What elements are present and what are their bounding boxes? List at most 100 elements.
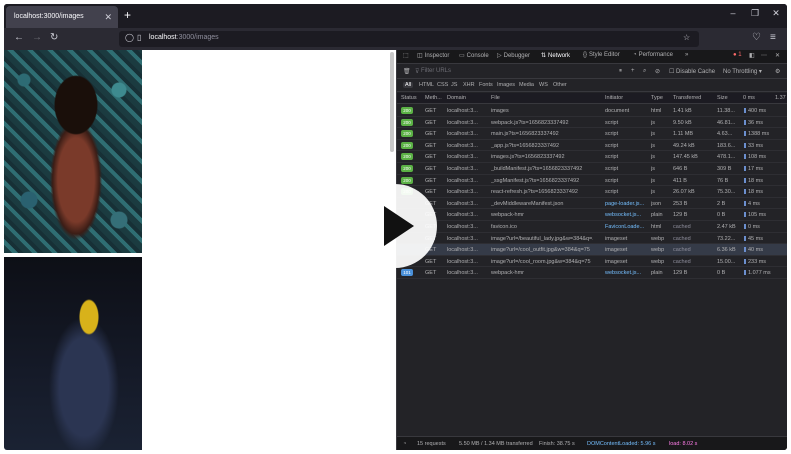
type-js[interactable]: JS [451, 82, 457, 88]
tab-console[interactable]: ▭ Console [459, 52, 489, 59]
request-row[interactable]: 200 GET localhost:3... _buildManifest.js?ts… [397, 163, 787, 175]
type-all[interactable]: All [403, 82, 414, 88]
tab-inspector[interactable]: ◫ Inspector [417, 52, 449, 59]
request-domain: localhost:3... [447, 119, 478, 126]
request-row[interactable]: 200 GET localhost:3... images document html 1.… [397, 105, 787, 117]
request-transferred: cached [673, 258, 691, 265]
dock-icon[interactable]: ◧ [749, 52, 755, 59]
error-count-badge[interactable]: ● 1 [733, 52, 742, 58]
bookmark-star-icon[interactable]: ☆ [683, 33, 690, 42]
url-text[interactable]: localhost:3000/images [149, 34, 219, 41]
type-css[interactable]: CSS [437, 82, 448, 88]
pause-icon[interactable]: ⏸ [619, 68, 622, 75]
request-row[interactable]: 101 GET localhost:3... webpack-hmr websocket… [397, 267, 787, 279]
window-close-icon[interactable]: ✕ [769, 8, 783, 19]
reload-icon[interactable]: ↻ [50, 32, 58, 43]
pocket-icon[interactable]: ♡ [752, 32, 761, 43]
column-method[interactable]: Meth... [425, 95, 442, 101]
request-row[interactable]: 200GETlocalhost:3...react-refresh.js?ts=… [397, 186, 787, 198]
request-method: GET [425, 131, 437, 138]
column-transferred[interactable]: Transferred [673, 95, 701, 101]
column-size[interactable]: Size [717, 95, 728, 101]
type-xhr[interactable]: XHR [463, 82, 475, 88]
column-initiator[interactable]: Initiator [605, 95, 623, 101]
add-icon[interactable]: + [631, 68, 635, 74]
request-row[interactable]: 200 GET localhost:3... _ssgManifest.js?ts=1… [397, 175, 787, 187]
request-transferred: 49.24 kB [673, 142, 695, 149]
browser-tab[interactable]: localhost:3000/images ✕ [6, 6, 118, 28]
request-timing: 0 ms [748, 224, 760, 230]
forward-icon[interactable]: → [32, 32, 42, 43]
waterfall-end-label: 1.37 [775, 95, 786, 101]
request-row[interactable]: 200 GET localhost:3... _app.js?ts=165682333… [397, 140, 787, 152]
column-status[interactable]: Status [401, 95, 417, 101]
request-method: GET [425, 119, 437, 126]
devtools-menu-icon[interactable]: ⋯ [761, 52, 767, 59]
request-timing: 4 ms [748, 200, 760, 207]
tab-network[interactable]: ⇅ Network [541, 52, 570, 59]
request-row[interactable]: 200 GET localhost:3... main.js?ts=165682333… [397, 128, 787, 140]
request-method: GET [425, 142, 437, 149]
column-domain[interactable]: Domain [447, 95, 466, 101]
page-scrollbar[interactable] [390, 52, 394, 152]
column-file[interactable]: File [491, 95, 500, 101]
type-media[interactable]: Media [519, 82, 534, 88]
request-domain: localhost:3... [447, 154, 478, 161]
menu-icon[interactable]: ≡ [770, 32, 776, 43]
video-play-button[interactable] [353, 184, 437, 268]
type-fonts[interactable]: Fonts [479, 82, 493, 88]
request-file: _app.js?ts=1656823337492 [491, 142, 560, 149]
back-icon[interactable]: ← [14, 32, 24, 43]
request-method: GET [425, 177, 437, 184]
clear-icon[interactable]: 🗑 [403, 68, 411, 75]
request-initiator: imageset [605, 247, 628, 254]
request-type: webp [651, 235, 665, 242]
perf-analysis-icon[interactable]: ◔ [403, 441, 406, 447]
devtools-close-icon[interactable]: ✕ [775, 52, 780, 59]
type-other[interactable]: Other [553, 82, 567, 88]
maximize-icon[interactable]: ❐ [748, 8, 762, 19]
shield-icon[interactable]: ◯ [125, 33, 134, 42]
disable-cache-checkbox[interactable]: ☐ Disable Cache [669, 68, 715, 75]
tab-debugger[interactable]: ▷ Debugger [497, 52, 530, 59]
request-timing: 17 ms [748, 166, 763, 172]
tab-close-icon[interactable]: ✕ [104, 6, 112, 28]
search-icon[interactable]: ⌕ [643, 68, 646, 75]
request-type: html [651, 224, 662, 230]
request-row[interactable]: 200 GET localhost:3... webpack.js?ts=165682… [397, 117, 787, 129]
url-bar[interactable]: ◯ ▯ localhost:3000/images ☆ [119, 31, 699, 47]
type-images[interactable]: Images [497, 82, 515, 88]
request-row[interactable]: GET localhost:3... image?url=/cool_outfit.… [397, 244, 787, 256]
request-type: html [651, 108, 662, 114]
tab-style-editor[interactable]: {} Style Editor [583, 52, 620, 58]
request-row[interactable]: GET localhost:3... image?url=/cool_room.jp… [397, 256, 787, 268]
request-row[interactable]: GETlocalhost:3...image?url=/beautiful_la… [397, 233, 787, 245]
devtools-toolbar: ⬚ ◫ Inspector ▭ Console ▷ Debugger ⇅ Network… [397, 50, 787, 64]
request-domain: localhost:3... [447, 224, 478, 230]
request-row[interactable]: GETlocalhost:3...favicon.icoFaviconLoade… [397, 221, 787, 233]
tab-strip: localhost:3000/images ✕ + – ❐ ✕ [4, 4, 787, 28]
request-row[interactable]: GETlocalhost:3..._devMiddlewareManifest.… [397, 198, 787, 210]
waterfall-bar [744, 177, 746, 183]
pick-element-icon[interactable]: ⬚ [403, 52, 409, 59]
settings-gear-icon[interactable]: ⚙ [775, 68, 780, 75]
block-icon[interactable]: ⊘ [655, 68, 660, 75]
request-timing: 36 ms [748, 119, 763, 126]
type-ws[interactable]: WS [539, 82, 548, 88]
minimize-icon[interactable]: – [726, 8, 740, 18]
request-type: js [651, 166, 655, 172]
filter-urls-input[interactable]: Filter URLs [421, 68, 451, 74]
new-tab-button[interactable]: + [124, 8, 131, 22]
request-row[interactable]: GETlocalhost:3...webpack-hmrwebsocket.js… [397, 209, 787, 221]
more-tabs-icon[interactable]: » [685, 52, 688, 58]
column-type[interactable]: Type [651, 95, 663, 101]
request-type: js [651, 154, 655, 161]
request-initiator: script [605, 142, 619, 149]
type-html[interactable]: HTML [419, 82, 434, 88]
request-file: _ssgManifest.js?ts=1656823337492 [491, 177, 580, 184]
throttling-select[interactable]: No Throttling ▾ [723, 68, 762, 75]
request-transferred: 147.45 kB [673, 154, 698, 161]
request-row[interactable]: 200 GET localhost:3... images.js?ts=1656823… [397, 151, 787, 163]
tab-performance[interactable]: ◔ Performance [633, 52, 673, 58]
request-timing: 233 ms [748, 258, 767, 265]
